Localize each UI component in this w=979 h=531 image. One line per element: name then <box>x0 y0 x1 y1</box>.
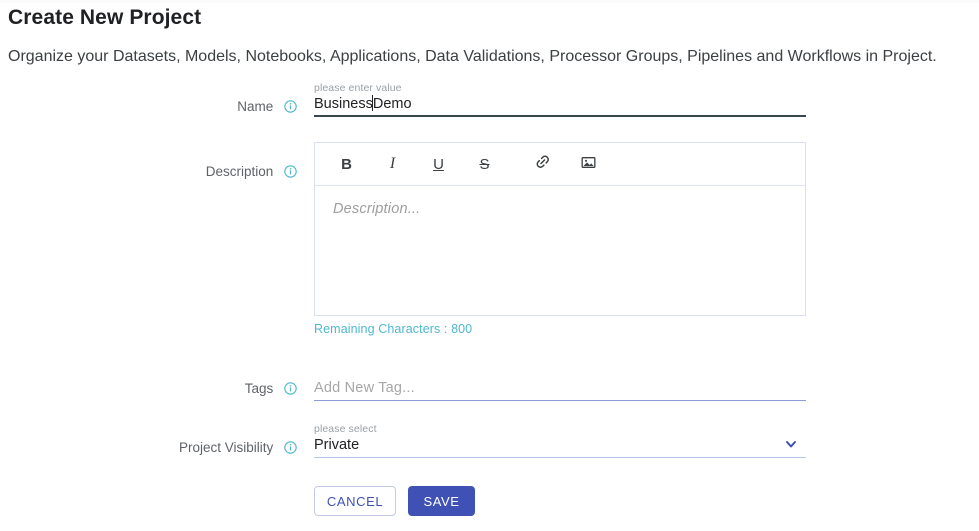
visibility-label-cell: Project Visibility <box>0 439 297 455</box>
tags-field-cell: Add New Tag... <box>314 378 806 401</box>
description-editor-body[interactable]: Description... <box>315 186 805 232</box>
info-circle-icon[interactable] <box>284 382 297 395</box>
form-row-description: Description B I U S Description... Remai… <box>0 142 979 342</box>
tags-label-cell: Tags <box>0 380 297 396</box>
top-strip <box>0 0 979 3</box>
page-subtitle: Organize your Datasets, Models, Notebook… <box>8 48 937 65</box>
name-label: Name <box>237 98 274 114</box>
bold-icon: B <box>341 155 352 173</box>
form-row-name: Name please enter value BusinessDemo <box>0 80 979 126</box>
strikethrough-icon: S <box>479 155 490 173</box>
underline-icon: U <box>433 155 444 173</box>
page-title: Create New Project <box>8 6 202 29</box>
strikethrough-button[interactable]: S <box>470 150 499 178</box>
cancel-button[interactable]: CANCEL <box>314 486 396 516</box>
info-circle-icon[interactable] <box>284 100 297 113</box>
visibility-field-cell: please select Private <box>314 423 806 458</box>
image-icon <box>581 155 596 174</box>
form-row-visibility: Project Visibility please select Private <box>0 420 979 466</box>
visibility-floating-label: please select <box>314 423 377 435</box>
image-button[interactable] <box>574 150 603 178</box>
name-input-underline <box>314 115 806 117</box>
create-project-page: Create New Project Organize your Dataset… <box>0 0 979 531</box>
name-input-value: BusinessDemo <box>314 94 412 114</box>
underline-button[interactable]: U <box>424 150 453 178</box>
tags-label: Tags <box>244 380 274 396</box>
description-label-cell: Description <box>0 163 297 179</box>
visibility-underline <box>314 456 806 458</box>
name-field-cell: please enter value BusinessDemo <box>314 82 806 117</box>
description-placeholder: Description... <box>333 201 421 217</box>
link-icon <box>535 154 551 174</box>
name-input[interactable]: BusinessDemo <box>314 94 806 117</box>
description-editor-toolbar: B I U S <box>315 143 805 186</box>
form-actions: CANCEL SAVE <box>314 486 475 516</box>
tags-input[interactable]: Add New Tag... <box>314 378 806 401</box>
italic-icon: I <box>389 155 396 172</box>
form-row-tags: Tags Add New Tag... <box>0 368 979 408</box>
visibility-select[interactable]: Private <box>314 435 806 458</box>
tags-input-underline <box>314 399 806 401</box>
remaining-characters: Remaining Characters : 800 <box>314 322 473 336</box>
tags-placeholder: Add New Tag... <box>314 380 415 396</box>
info-circle-icon[interactable] <box>284 441 297 454</box>
chevron-down-icon[interactable] <box>784 437 798 451</box>
italic-button[interactable]: I <box>378 150 407 178</box>
link-button[interactable] <box>528 150 557 178</box>
bold-button[interactable]: B <box>332 150 361 178</box>
name-value-after-caret: Demo <box>372 96 412 112</box>
name-value-before-caret: Business <box>314 96 373 112</box>
name-label-cell: Name <box>0 98 297 114</box>
description-label: Description <box>205 163 274 179</box>
visibility-selected-value: Private <box>314 437 360 453</box>
name-floating-label: please enter value <box>314 82 402 94</box>
description-editor[interactable]: B I U S Description... <box>314 142 806 316</box>
description-field-cell: B I U S Description... Remaining Charact… <box>314 142 806 336</box>
visibility-label: Project Visibility <box>178 439 274 455</box>
save-button[interactable]: SAVE <box>408 486 475 516</box>
info-circle-icon[interactable] <box>284 165 297 178</box>
